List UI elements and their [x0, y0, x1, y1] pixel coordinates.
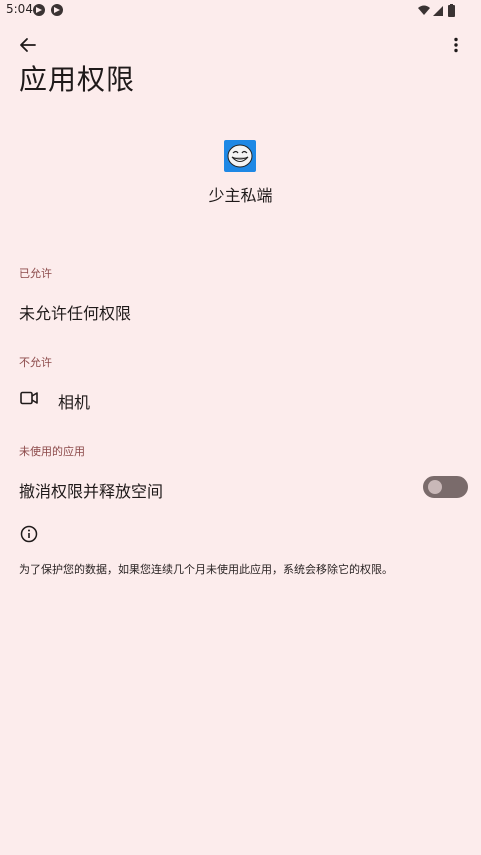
- status-icons-svg: [418, 4, 455, 17]
- footer-description: 为了保护您的数据，如果您连续几个月未使用此应用，系统会移除它的权限。: [19, 563, 393, 576]
- revoke-permissions-label: 撤消权限并释放空间: [19, 482, 164, 501]
- troll-face-icon: [224, 140, 256, 172]
- app-name: 少主私端: [208, 186, 273, 205]
- more-vert-icon: [454, 37, 458, 53]
- info-icon: [20, 525, 38, 543]
- section-header-unused: 未使用的应用: [19, 445, 85, 458]
- no-permissions-allowed-label: 未允许任何权限: [19, 304, 132, 323]
- telegram-icon: [33, 4, 45, 16]
- telegram-icon: [51, 4, 63, 16]
- camera-icon: [20, 391, 38, 405]
- status-time: 5:04: [6, 2, 33, 16]
- toggle-knob: [428, 480, 442, 494]
- wifi-icon: [418, 5, 430, 15]
- status-indicators: [417, 3, 461, 17]
- permission-label-camera: 相机: [58, 393, 91, 412]
- section-header-denied: 不允许: [19, 356, 52, 369]
- more-options-button[interactable]: [438, 27, 474, 63]
- status-bar: 5:04: [0, 0, 481, 20]
- battery-icon: [448, 5, 455, 17]
- page-title: 应用权限: [19, 63, 136, 96]
- arrow-back-icon: [20, 38, 36, 52]
- revoke-permissions-toggle[interactable]: [423, 476, 468, 498]
- signal-icon: [433, 6, 443, 16]
- section-header-allowed: 已允许: [19, 267, 52, 280]
